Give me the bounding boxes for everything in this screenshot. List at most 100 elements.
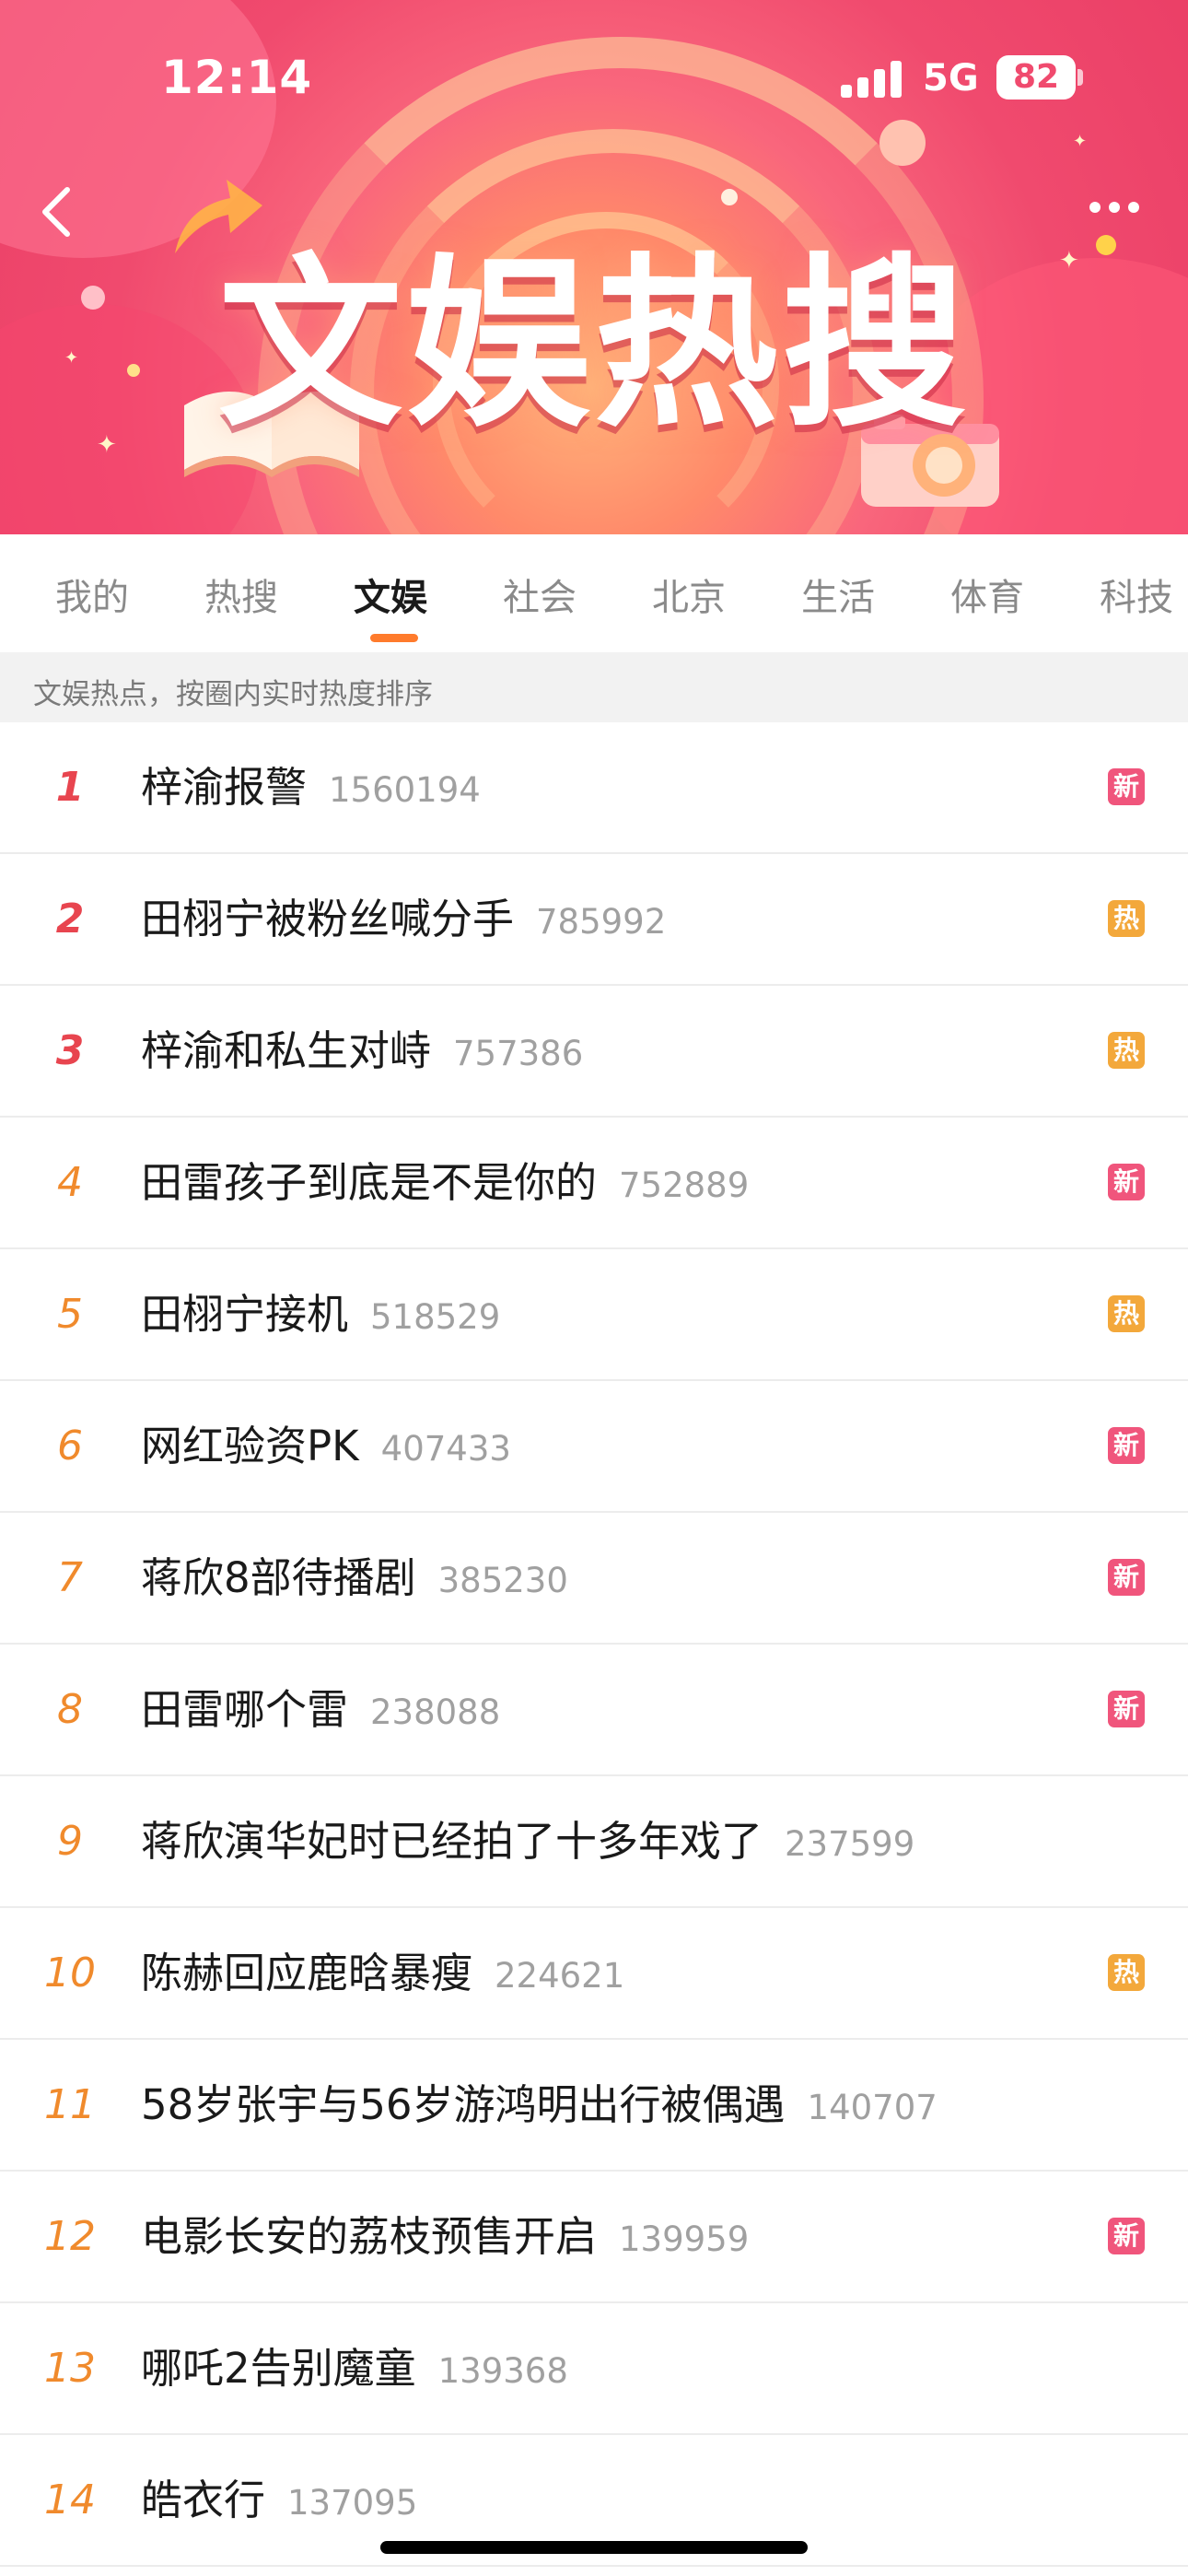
- rank-number: 5: [57, 1291, 83, 1338]
- item-text: 58岁张宇与56岁游鸿明出行被偶遇 140707: [141, 2040, 938, 2170]
- item-title[interactable]: 皓衣行: [141, 2476, 265, 2524]
- rank-number: 8: [57, 1686, 83, 1733]
- battery-tip: [1077, 69, 1083, 86]
- new-badge: 新: [1108, 2218, 1145, 2254]
- rank-number: 13: [44, 2345, 96, 2392]
- item-title[interactable]: 梓渝报警: [141, 763, 307, 812]
- list-item[interactable]: 13 哪吒2告别魔童 139368: [0, 2303, 1188, 2435]
- item-title[interactable]: 电影长安的荔枝预售开启: [141, 2212, 597, 2261]
- item-title[interactable]: 梓渝和私生对峙: [141, 1026, 431, 1075]
- rank-number: 4: [57, 1159, 83, 1206]
- item-title[interactable]: 田雷哪个雷: [141, 1685, 348, 1734]
- heat-count: 752889: [619, 1165, 750, 1205]
- new-badge: 新: [1108, 1691, 1145, 1727]
- item-text: 哪吒2告别魔童 139368: [141, 2303, 568, 2433]
- list-item[interactable]: 3 梓渝和私生对峙 757386 热: [0, 986, 1188, 1118]
- item-title[interactable]: 蒋欣8部待播剧: [141, 1553, 416, 1602]
- heat-count: 237599: [785, 1824, 915, 1864]
- hot-search-list: 1 梓渝报警 1560194 新 2 田栩宁被粉丝喊分手 785992 热 3 梓渝和私生对峙 75…: [0, 722, 1188, 2567]
- cellular-signal-icon: [841, 59, 905, 98]
- rank-number: 11: [44, 2081, 96, 2128]
- tab-sports[interactable]: 体育: [950, 568, 1024, 621]
- item-title[interactable]: 网红验资PK: [141, 1422, 359, 1470]
- item-title[interactable]: 58岁张宇与56岁游鸿明出行被偶遇: [141, 2080, 786, 2129]
- item-text: 蒋欣8部待播剧 385230: [141, 1513, 568, 1643]
- list-item[interactable]: 4 田雷孩子到底是不是你的 752889 新: [0, 1118, 1188, 1249]
- status-time: 12:14: [161, 51, 313, 104]
- home-indicator[interactable]: [380, 2541, 808, 2554]
- rank-number: 2: [55, 896, 85, 943]
- heat-count: 139959: [619, 2219, 750, 2259]
- tab-hot-search[interactable]: 热搜: [204, 568, 278, 621]
- list-description: 文娱热点，按圈内实时热度排序: [0, 652, 1188, 722]
- more-dots-icon: [1089, 202, 1101, 213]
- rank-number: 14: [44, 2476, 96, 2523]
- list-item[interactable]: 8 田雷哪个雷 238088 新: [0, 1645, 1188, 1776]
- tab-society[interactable]: 社会: [503, 568, 577, 621]
- list-item[interactable]: 12 电影长安的荔枝预售开启 139959 新: [0, 2172, 1188, 2303]
- heat-count: 757386: [453, 1034, 584, 1073]
- tab-life[interactable]: 生活: [801, 568, 875, 621]
- active-tab-indicator: [370, 634, 418, 642]
- list-item[interactable]: 7 蒋欣8部待播剧 385230 新: [0, 1513, 1188, 1645]
- heat-count: 140707: [807, 2088, 938, 2127]
- item-title[interactable]: 田栩宁接机: [141, 1290, 348, 1339]
- more-button[interactable]: [1073, 180, 1156, 235]
- heat-count: 137095: [287, 2483, 418, 2523]
- battery-icon: 82: [996, 55, 1076, 100]
- tab-tech[interactable]: 科技: [1100, 568, 1173, 621]
- item-text: 梓渝报警 1560194: [141, 722, 481, 852]
- hot-badge: 热: [1108, 900, 1145, 937]
- tab-beijing[interactable]: 北京: [652, 568, 726, 621]
- status-bar: 12:14 5G 82: [0, 0, 1188, 157]
- list-item[interactable]: 10 陈赫回应鹿晗暴瘦 224621 热: [0, 1908, 1188, 2040]
- item-text: 蒋欣演华妃时已经拍了十多年戏了 237599: [141, 1776, 914, 1906]
- item-text: 梓渝和私生对峙 757386: [141, 986, 583, 1116]
- rank-number: 6: [57, 1423, 83, 1469]
- list-item[interactable]: 1 梓渝报警 1560194 新: [0, 722, 1188, 854]
- list-item[interactable]: 6 网红验资PK 407433 新: [0, 1381, 1188, 1513]
- list-item[interactable]: 9 蒋欣演华妃时已经拍了十多年戏了 237599: [0, 1776, 1188, 1908]
- back-button[interactable]: [23, 175, 97, 249]
- item-title[interactable]: 田雷孩子到底是不是你的: [141, 1158, 597, 1207]
- heat-count: 385230: [437, 1561, 568, 1600]
- list-item[interactable]: 2 田栩宁被粉丝喊分手 785992 热: [0, 854, 1188, 986]
- new-badge: 新: [1108, 1427, 1145, 1464]
- chevron-left-icon: [42, 187, 70, 237]
- rank-number: 3: [55, 1027, 85, 1074]
- item-text: 皓衣行 137095: [141, 2435, 417, 2565]
- rank-number: 1: [55, 764, 85, 811]
- item-text: 电影长安的荔枝预售开启 139959: [141, 2172, 749, 2301]
- list-item[interactable]: 11 58岁张宇与56岁游鸿明出行被偶遇 140707: [0, 2040, 1188, 2172]
- item-text: 田栩宁接机 518529: [141, 1249, 500, 1379]
- category-tabs: 我的 热搜 文娱 社会 北京 生活 体育 科技: [0, 534, 1188, 652]
- item-title[interactable]: 田栩宁被粉丝喊分手: [141, 895, 514, 943]
- network-type: 5G: [923, 57, 979, 100]
- item-title[interactable]: 蒋欣演华妃时已经拍了十多年戏了: [141, 1817, 763, 1866]
- item-title[interactable]: 哪吒2告别魔童: [141, 2344, 416, 2393]
- rank-number: 7: [57, 1554, 83, 1601]
- item-title[interactable]: 陈赫回应鹿晗暴瘦: [141, 1949, 472, 1997]
- new-badge: 新: [1108, 1559, 1145, 1596]
- item-text: 田雷孩子到底是不是你的 752889: [141, 1118, 749, 1247]
- item-text: 网红验资PK 407433: [141, 1381, 511, 1511]
- new-badge: 新: [1108, 1164, 1145, 1200]
- dot-deco: [721, 189, 738, 205]
- new-badge: 新: [1108, 768, 1145, 805]
- banner-title: 文娱热搜: [217, 238, 970, 452]
- hot-badge: 热: [1108, 1032, 1145, 1069]
- hot-badge: 热: [1108, 1295, 1145, 1332]
- rank-number: 9: [57, 1818, 83, 1865]
- tab-entertainment[interactable]: 文娱: [354, 568, 427, 621]
- rank-number: 12: [44, 2213, 96, 2260]
- tab-mine[interactable]: 我的: [55, 568, 129, 621]
- heat-count: 238088: [370, 1692, 501, 1732]
- heat-count: 224621: [495, 1956, 625, 1996]
- hot-badge: 热: [1108, 1954, 1145, 1991]
- list-item[interactable]: 5 田栩宁接机 518529 热: [0, 1249, 1188, 1381]
- item-text: 陈赫回应鹿晗暴瘦 224621: [141, 1908, 624, 2038]
- item-text: 田栩宁被粉丝喊分手 785992: [141, 854, 666, 984]
- rank-number: 10: [44, 1950, 96, 1996]
- heat-count: 407433: [380, 1429, 511, 1469]
- item-text: 田雷哪个雷 238088: [141, 1645, 500, 1774]
